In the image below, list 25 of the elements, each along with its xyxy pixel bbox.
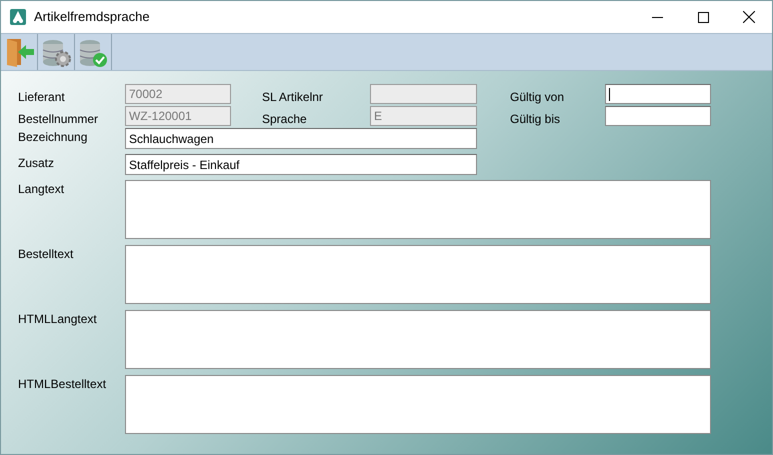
maximize-icon (698, 12, 708, 22)
text-area[interactable] (125, 375, 711, 434)
field-label: Bezeichnung (18, 129, 88, 146)
field-label: HTMLBestelltext (18, 376, 108, 393)
minimize-icon (652, 16, 662, 18)
field-label: Sprache (262, 111, 308, 128)
field-label: Langtext (18, 181, 66, 198)
field-label: HTMLLangtext (18, 311, 98, 328)
field-label: SL Artikelnr (262, 89, 324, 106)
app-icon (10, 9, 26, 25)
text-field[interactable]: Schlauchwagen (125, 128, 477, 149)
text-area[interactable] (125, 245, 711, 304)
text-area[interactable] (125, 180, 711, 239)
field-label: Bestellnummer (18, 111, 100, 128)
text-field[interactable]: Staffelpreis - Einkauf (125, 154, 477, 175)
text-field[interactable] (605, 84, 711, 104)
text-field[interactable] (605, 106, 711, 126)
window-title: Artikelfremdsprache (34, 8, 151, 26)
field-label: Zusatz (18, 155, 56, 172)
field-label: Gültig bis (510, 111, 562, 128)
text-area[interactable] (125, 310, 711, 369)
field-label: Lieferant (18, 89, 66, 106)
close-icon (743, 11, 755, 23)
field-label: Gültig von (510, 89, 566, 106)
field-label: Bestelltext (18, 246, 74, 263)
